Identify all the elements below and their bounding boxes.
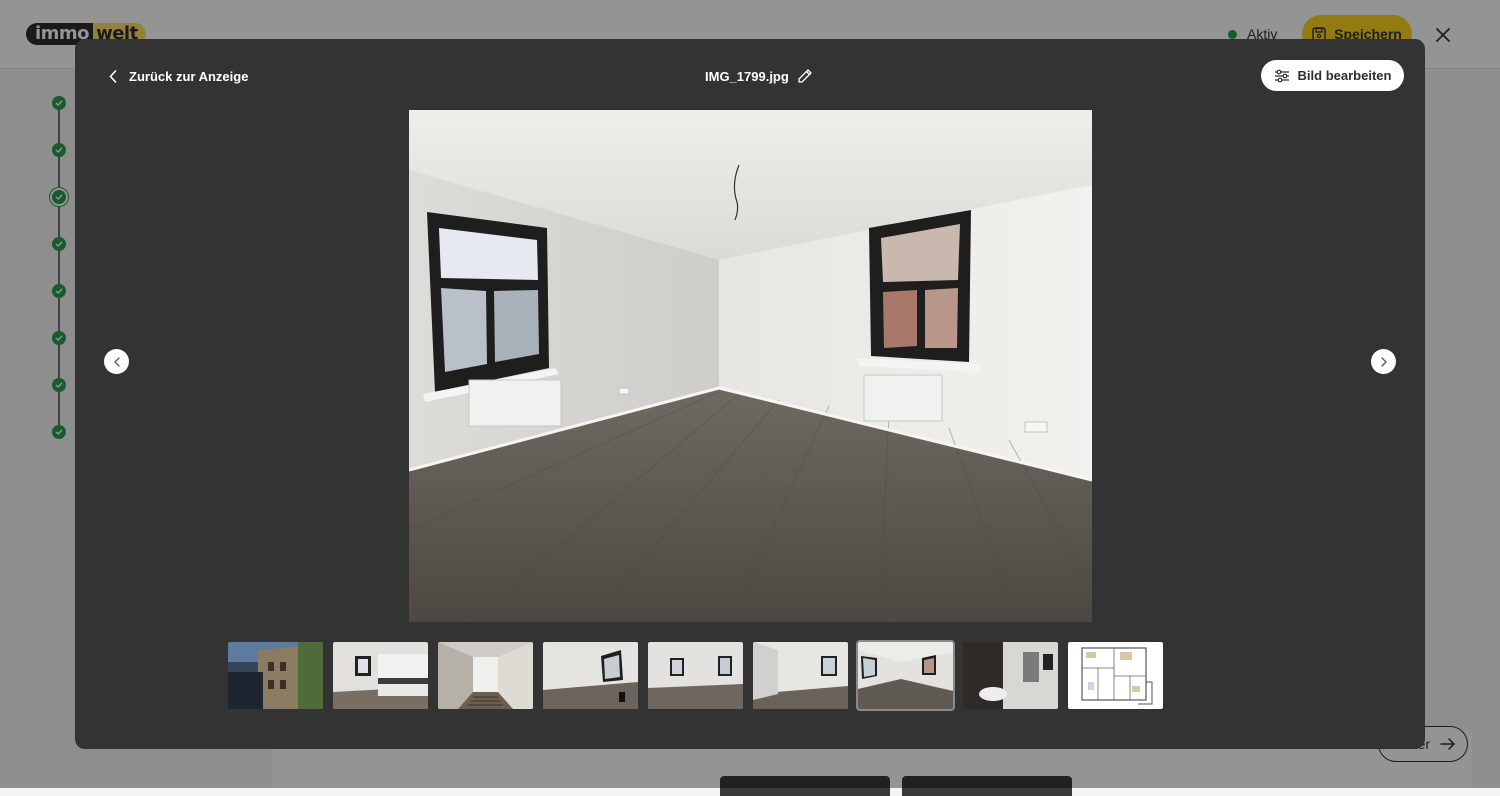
thumbnail-7-active[interactable] <box>856 640 955 711</box>
main-photo <box>409 110 1092 622</box>
thumbnail-image <box>858 642 953 709</box>
room-photo <box>409 110 1092 622</box>
thumbnail-4[interactable] <box>543 642 638 709</box>
thumbnail-image <box>648 642 743 709</box>
thumbnail-image <box>753 642 848 709</box>
sliders-icon <box>1274 69 1289 82</box>
thumbnail-image <box>1068 642 1163 709</box>
thumbnail-1[interactable] <box>228 642 323 709</box>
image-file-name: IMG_1799.jpg <box>705 65 813 87</box>
chevron-right-icon <box>1380 356 1387 367</box>
next-image-button[interactable] <box>1371 349 1396 374</box>
thumbnail-6[interactable] <box>753 642 848 709</box>
thumbnail-image <box>438 642 533 709</box>
file-name-label: IMG_1799.jpg <box>705 68 789 84</box>
thumbnail-image <box>543 642 638 709</box>
thumbnail-8[interactable] <box>963 642 1058 709</box>
chevron-left-icon <box>113 356 120 367</box>
thumbnail-2[interactable] <box>333 642 428 709</box>
back-link-label: Zurück zur Anzeige <box>129 68 249 84</box>
thumbnail-9-floorplan[interactable] <box>1068 642 1163 709</box>
previous-image-button[interactable] <box>104 349 129 374</box>
chevron-left-icon <box>109 69 117 83</box>
thumbnail-image <box>333 642 428 709</box>
thumbnail-3[interactable] <box>438 642 533 709</box>
thumbnail-strip <box>228 640 1163 711</box>
edit-image-label: Bild bearbeiten <box>1297 68 1392 83</box>
edit-image-button[interactable]: Bild bearbeiten <box>1261 60 1404 91</box>
thumbnail-image <box>963 642 1058 709</box>
thumbnail-image <box>228 642 323 709</box>
pencil-icon[interactable] <box>797 68 813 84</box>
image-viewer-modal: Zurück zur Anzeige IMG_1799.jpg Bild bea… <box>75 39 1425 749</box>
thumbnail-5[interactable] <box>648 642 743 709</box>
back-to-listing-link[interactable]: Zurück zur Anzeige <box>109 65 248 87</box>
